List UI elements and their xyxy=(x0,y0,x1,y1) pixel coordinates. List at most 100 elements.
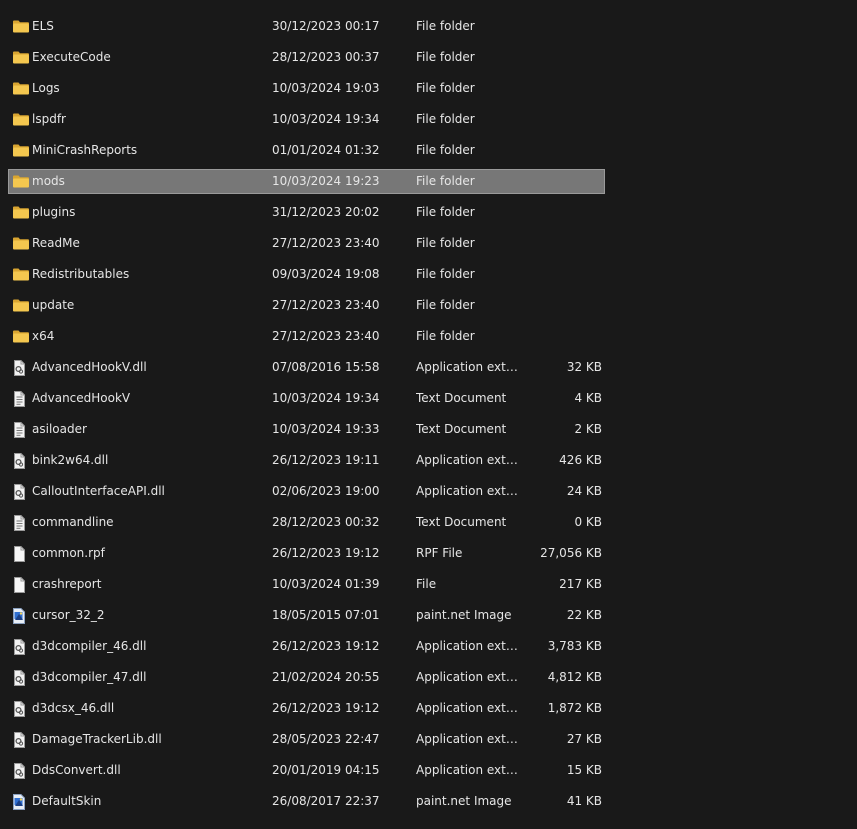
file-date-modified: 27/12/2023 23:40 xyxy=(272,236,380,250)
file-row[interactable]: x64 27/12/2023 23:40 File folder xyxy=(8,324,605,349)
file-date-modified: 26/12/2023 19:11 xyxy=(272,453,380,467)
file-name: DefaultSkin xyxy=(32,794,102,808)
file-name: bink2w64.dll xyxy=(32,453,109,467)
dll-icon xyxy=(14,670,25,686)
file-size xyxy=(529,15,602,38)
file-name: ReadMe xyxy=(32,236,80,250)
file-row[interactable]: DamageTrackerLib.dll 28/05/2023 22:47 Ap… xyxy=(8,727,605,752)
paintnet-image-icon xyxy=(13,794,25,810)
folder-icon xyxy=(13,268,29,281)
file-size xyxy=(529,46,602,69)
file-size: 4 KB xyxy=(574,391,602,405)
file-size xyxy=(529,294,602,317)
file-size xyxy=(529,263,602,286)
file-type: Application exten... xyxy=(416,639,524,653)
dll-icon xyxy=(14,639,25,655)
file-name: AdvancedHookV xyxy=(32,391,131,405)
file-size: 2 KB xyxy=(574,422,602,436)
file-row[interactable]: asiloader 10/03/2024 19:33 Text Document… xyxy=(8,417,605,442)
file-type: Application exten... xyxy=(416,670,524,684)
file-size: 27 KB xyxy=(566,732,602,746)
file-row[interactable]: mods 10/03/2024 19:23 File folder xyxy=(8,169,605,194)
file-list: ELS 30/12/2023 00:17 File folder Execute… xyxy=(0,0,857,829)
file-type: Text Document xyxy=(416,422,507,436)
file-name: DamageTrackerLib.dll xyxy=(32,732,162,746)
file-name: update xyxy=(32,298,75,312)
file-date-modified: 01/01/2024 01:32 xyxy=(272,143,380,157)
text-document-icon xyxy=(14,422,25,438)
file-row[interactable]: MiniCrashReports 01/01/2024 01:32 File f… xyxy=(8,138,605,163)
dll-icon xyxy=(14,360,25,376)
file-size: 24 KB xyxy=(566,484,602,498)
file-date-modified: 10/03/2024 19:34 xyxy=(272,391,380,405)
file-row[interactable]: ReadMe 27/12/2023 23:40 File folder xyxy=(8,231,605,256)
file-row[interactable]: ExecuteCode 28/12/2023 00:37 File folder xyxy=(8,45,605,70)
file-name: commandline xyxy=(32,515,114,529)
file-size xyxy=(529,108,602,131)
file-row[interactable]: update 27/12/2023 23:40 File folder xyxy=(8,293,605,318)
dll-icon xyxy=(14,732,25,748)
file-row[interactable]: d3dcompiler_46.dll 26/12/2023 19:12 Appl… xyxy=(8,634,605,659)
file-row[interactable]: cursor_32_2 18/05/2015 07:01 paint.net I… xyxy=(8,603,605,628)
file-name: Logs xyxy=(32,81,60,95)
file-name: ELS xyxy=(32,19,54,33)
file-row[interactable]: Logs 10/03/2024 19:03 File folder xyxy=(8,76,605,101)
file-size xyxy=(529,170,602,193)
dll-icon xyxy=(14,701,25,717)
file-name: d3dcsx_46.dll xyxy=(32,701,115,715)
file-date-modified: 10/03/2024 19:34 xyxy=(272,112,380,126)
file-name: plugins xyxy=(32,205,76,219)
file-type: File folder xyxy=(416,19,475,33)
file-row[interactable]: DefaultSkin 26/08/2017 22:37 paint.net I… xyxy=(8,789,605,814)
file-size: 27,056 KB xyxy=(540,546,602,560)
file-size: 15 KB xyxy=(566,763,602,777)
file-row[interactable]: CalloutInterfaceAPI.dll 02/06/2023 19:00… xyxy=(8,479,605,504)
file-type: File folder xyxy=(416,50,475,64)
file-size: 32 KB xyxy=(566,360,602,374)
file-type: Application exten... xyxy=(416,732,524,746)
file-row[interactable]: DdsConvert.dll 20/01/2019 04:15 Applicat… xyxy=(8,758,605,783)
file-size: 4,812 KB xyxy=(547,670,602,684)
folder-icon xyxy=(13,175,29,188)
file-date-modified: 26/08/2017 22:37 xyxy=(272,794,380,808)
folder-icon xyxy=(13,206,29,219)
file-size xyxy=(529,77,602,100)
file-row[interactable]: d3dcompiler_47.dll 21/02/2024 20:55 Appl… xyxy=(8,665,605,690)
file-row[interactable]: AdvancedHookV 10/03/2024 19:34 Text Docu… xyxy=(8,386,605,411)
file-type: Application exten... xyxy=(416,360,524,374)
file-row[interactable]: crashreport 10/03/2024 01:39 File 217 KB xyxy=(8,572,605,597)
file-name: common.rpf xyxy=(32,546,105,560)
file-row[interactable]: plugins 31/12/2023 20:02 File folder xyxy=(8,200,605,225)
file-name: crashreport xyxy=(32,577,102,591)
file-row[interactable]: common.rpf 26/12/2023 19:12 RPF File 27,… xyxy=(8,541,605,566)
folder-icon xyxy=(13,20,29,33)
file-row[interactable]: d3dcsx_46.dll 26/12/2023 19:12 Applicati… xyxy=(8,696,605,721)
file-date-modified: 20/01/2019 04:15 xyxy=(272,763,380,777)
file-name: lspdfr xyxy=(32,112,66,126)
file-name: CalloutInterfaceAPI.dll xyxy=(32,484,165,498)
file-type: File folder xyxy=(416,205,475,219)
file-type: Application exten... xyxy=(416,484,524,498)
file-row[interactable]: commandline 28/12/2023 00:32 Text Docume… xyxy=(8,510,605,535)
file-icon xyxy=(14,577,25,593)
file-row[interactable]: Redistributables 09/03/2024 19:08 File f… xyxy=(8,262,605,287)
file-row[interactable]: lspdfr 10/03/2024 19:34 File folder xyxy=(8,107,605,132)
folder-icon xyxy=(13,113,29,126)
file-date-modified: 26/12/2023 19:12 xyxy=(272,639,380,653)
file-row[interactable]: ELS 30/12/2023 00:17 File folder xyxy=(8,14,605,39)
file-date-modified: 26/12/2023 19:12 xyxy=(272,546,380,560)
dll-icon xyxy=(14,453,25,469)
file-size: 1,872 KB xyxy=(547,701,602,715)
file-row[interactable]: bink2w64.dll 26/12/2023 19:11 Applicatio… xyxy=(8,448,605,473)
file-date-modified: 10/03/2024 01:39 xyxy=(272,577,380,591)
file-type: paint.net Image xyxy=(416,794,512,808)
file-name: d3dcompiler_46.dll xyxy=(32,639,147,653)
file-date-modified: 31/12/2023 20:02 xyxy=(272,205,380,219)
file-type: paint.net Image xyxy=(416,608,512,622)
file-row[interactable]: AdvancedHookV.dll 07/08/2016 15:58 Appli… xyxy=(8,355,605,380)
file-type: File folder xyxy=(416,143,475,157)
file-date-modified: 28/05/2023 22:47 xyxy=(272,732,380,746)
file-type: RPF File xyxy=(416,546,463,560)
file-date-modified: 21/02/2024 20:55 xyxy=(272,670,380,684)
file-size: 217 KB xyxy=(559,577,602,591)
